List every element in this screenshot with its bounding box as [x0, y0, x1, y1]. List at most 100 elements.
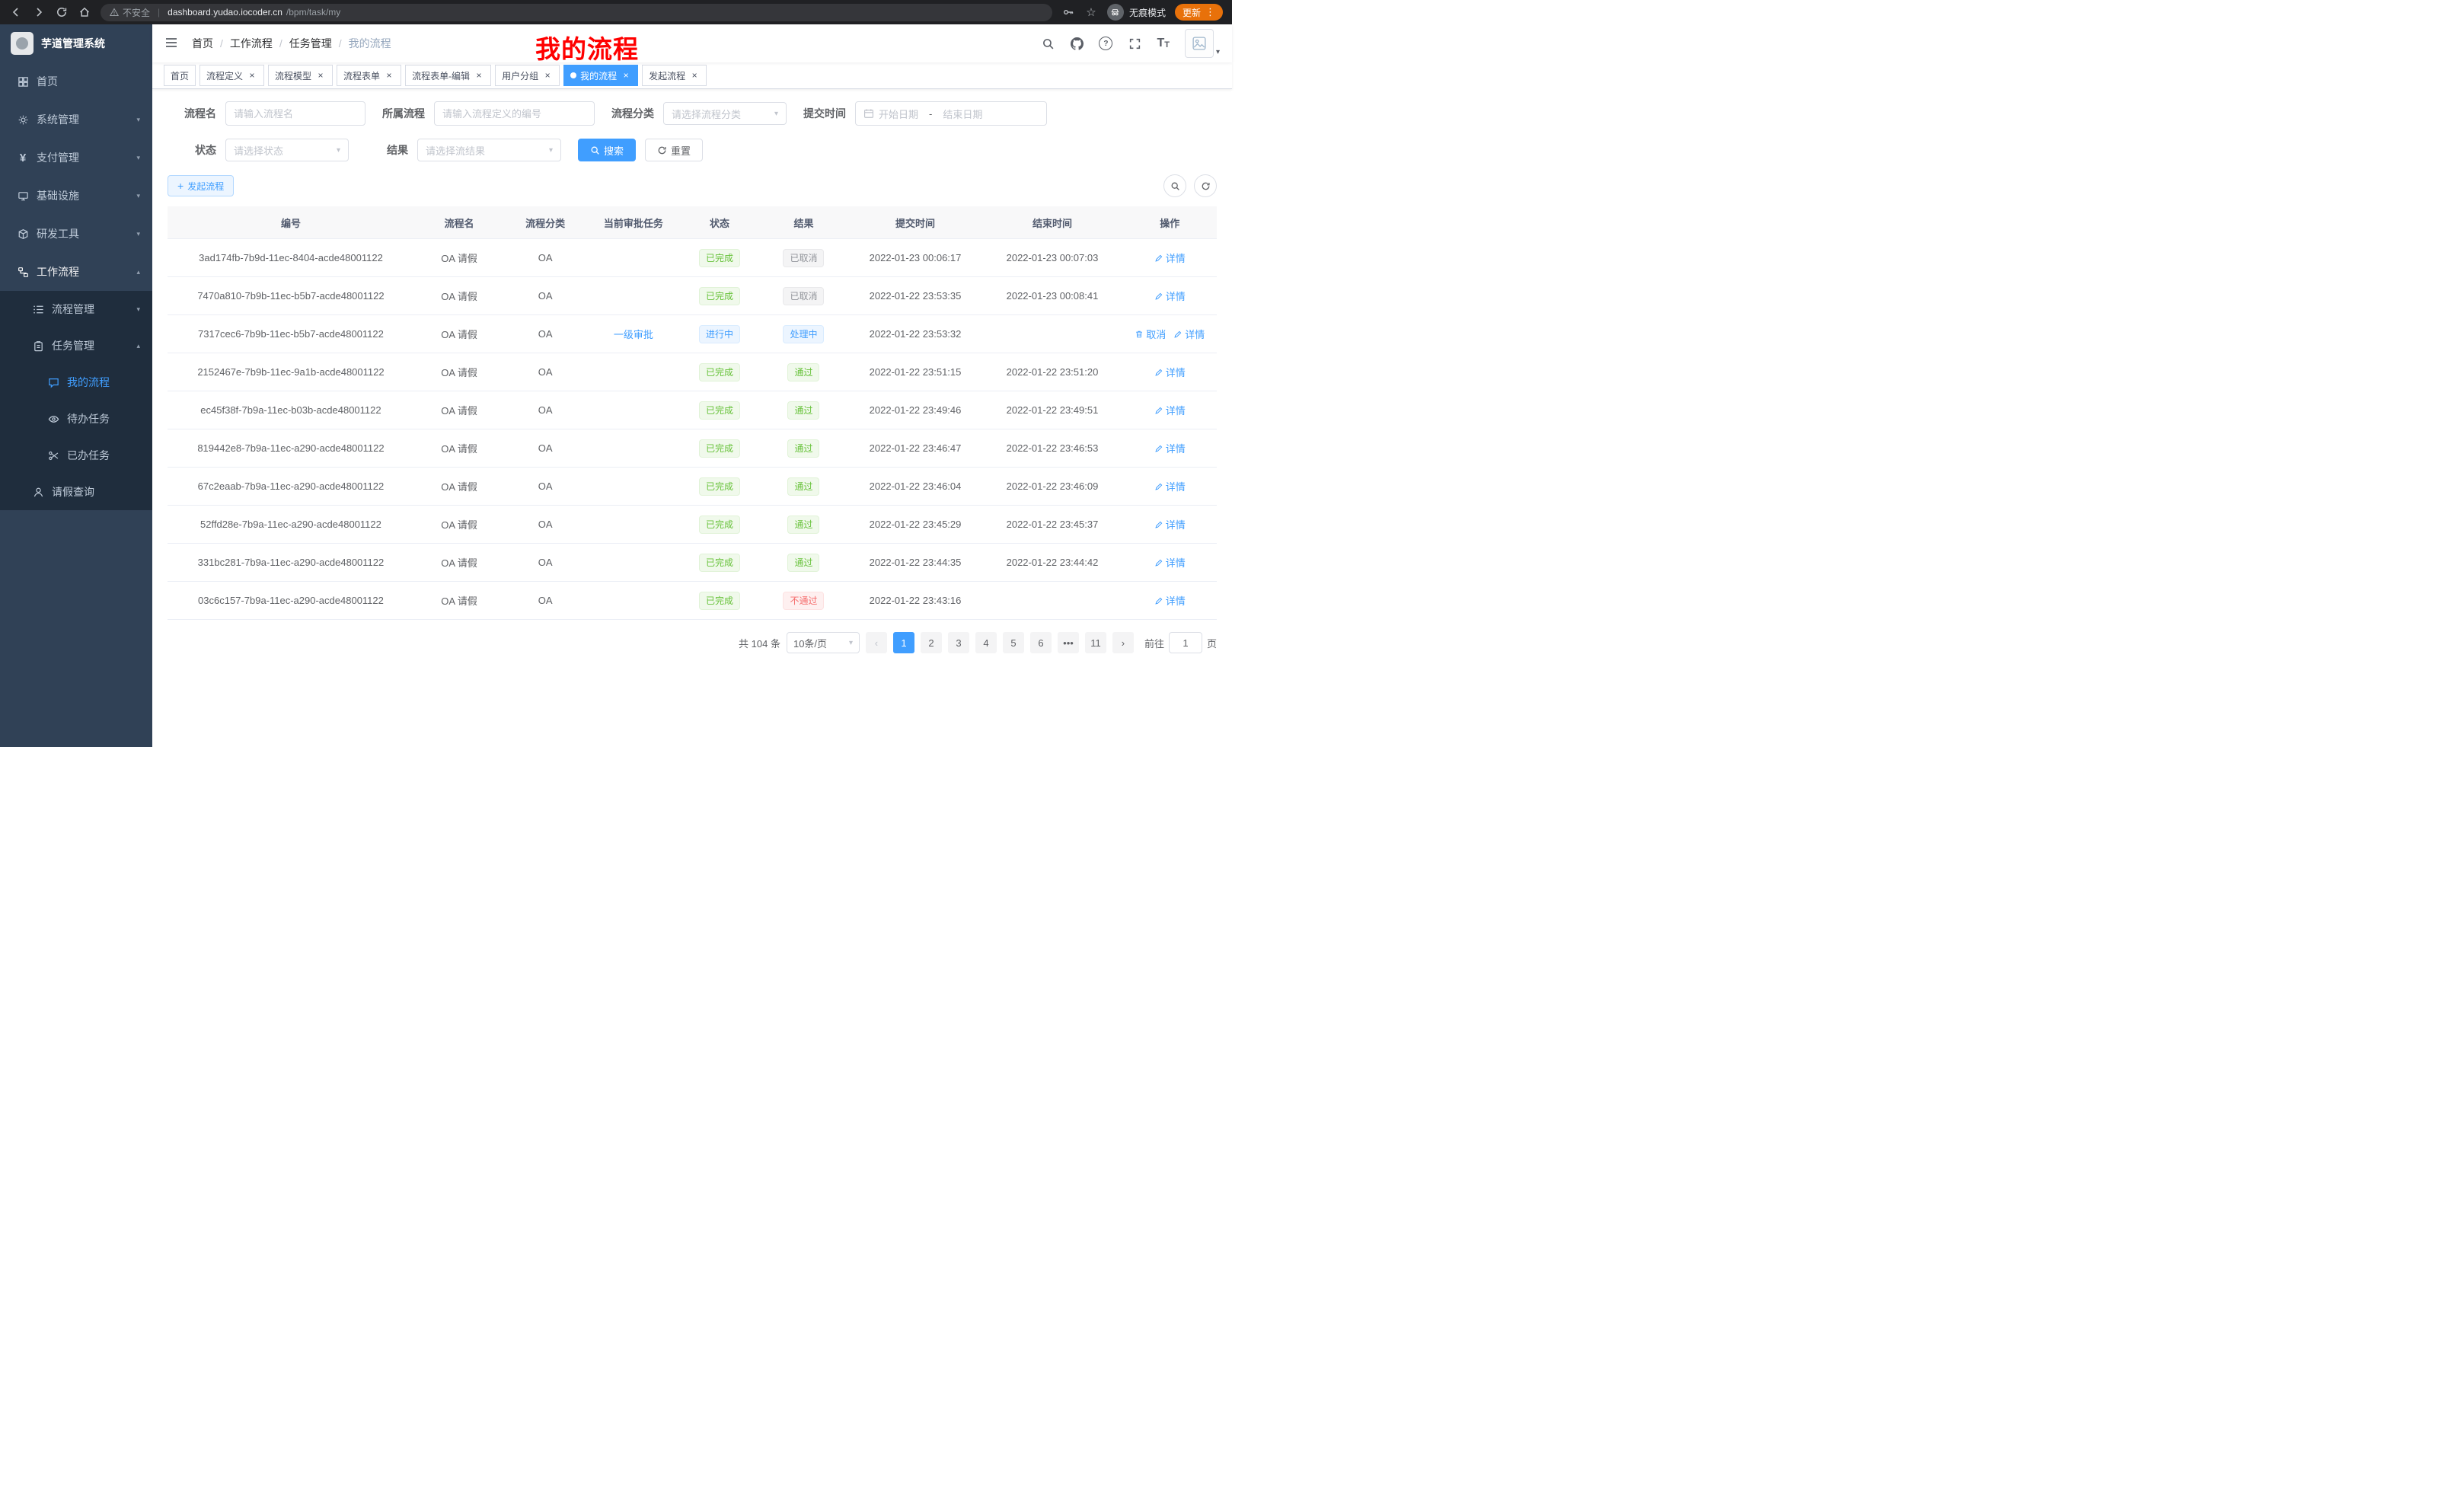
sidebar-item-leave-query[interactable]: 请假查询	[0, 474, 152, 510]
next-page-button[interactable]: ›	[1112, 632, 1134, 653]
toggle-search-button[interactable]	[1163, 174, 1186, 197]
dashboard-icon	[17, 75, 29, 88]
close-icon[interactable]: ×	[542, 70, 553, 81]
search-button[interactable]: 搜索	[578, 139, 636, 161]
reset-button[interactable]: 重置	[645, 139, 703, 161]
process-definition-input[interactable]	[434, 101, 595, 126]
forward-icon[interactable]	[32, 5, 46, 19]
sidebar-item-label: 我的流程	[67, 375, 110, 390]
address-bar[interactable]: 不安全 | dashboard.yudao.iocoder.cn/bpm/tas…	[101, 4, 1052, 21]
page-button[interactable]: 5	[1003, 632, 1024, 653]
refresh-table-button[interactable]	[1194, 174, 1217, 197]
back-icon[interactable]	[9, 5, 23, 19]
password-key-icon[interactable]	[1061, 5, 1075, 19]
bookmark-star-icon[interactable]: ☆	[1084, 5, 1098, 19]
cell-task: 一级审批	[586, 315, 680, 353]
sidebar-item-home[interactable]: 首页	[0, 62, 152, 101]
close-icon[interactable]: ×	[384, 70, 394, 81]
page-button[interactable]: 6	[1030, 632, 1052, 653]
end-date-placeholder[interactable]: 结束日期	[943, 107, 982, 121]
process-name-input[interactable]	[225, 101, 365, 126]
tab-process-model[interactable]: 流程模型×	[268, 65, 333, 86]
github-icon[interactable]	[1070, 37, 1084, 50]
close-icon[interactable]: ×	[315, 70, 326, 81]
page-button[interactable]: 1	[893, 632, 914, 653]
update-button[interactable]: 更新 ⋮	[1175, 4, 1223, 21]
result-select[interactable]: 请选择流结果 ▾	[417, 139, 561, 161]
browser-menu-icon[interactable]: ⋮	[1205, 6, 1215, 18]
tab-my-process[interactable]: 我的流程×	[563, 65, 638, 86]
sidebar-item-devtools[interactable]: 研发工具 ▾	[0, 215, 152, 253]
user-menu[interactable]: ▾	[1185, 29, 1220, 58]
page-button[interactable]: 11	[1085, 632, 1106, 653]
sidebar-item-workflow[interactable]: 工作流程 ▴	[0, 253, 152, 291]
close-icon[interactable]: ×	[247, 70, 257, 81]
goto-page-input[interactable]	[1169, 632, 1202, 653]
detail-link[interactable]: 详情	[1154, 517, 1186, 532]
app-logo[interactable]: 芋道管理系统	[0, 24, 152, 62]
help-icon[interactable]: ?	[1099, 37, 1112, 50]
tab-start-process[interactable]: 发起流程×	[642, 65, 707, 86]
detail-link[interactable]: 详情	[1154, 365, 1186, 379]
breadcrumb-item[interactable]: 任务管理	[289, 36, 332, 51]
detail-link[interactable]: 详情	[1154, 555, 1186, 570]
tab-home[interactable]: 首页	[164, 65, 196, 86]
more-pages-button[interactable]: •••	[1058, 632, 1079, 653]
sidebar-item-infra[interactable]: 基础设施 ▾	[0, 177, 152, 215]
detail-label: 详情	[1166, 365, 1186, 379]
cell-actions: 详情	[1123, 506, 1217, 544]
sidebar-item-system[interactable]: 系统管理 ▾	[0, 101, 152, 139]
page-button[interactable]: 2	[921, 632, 942, 653]
incognito-icon	[1107, 4, 1124, 21]
cell-category: OA	[504, 239, 586, 277]
start-date-placeholder[interactable]: 开始日期	[879, 107, 918, 121]
hamburger-icon[interactable]	[164, 36, 180, 51]
sidebar-item-todo-tasks[interactable]: 待办任务	[0, 401, 152, 437]
home-icon[interactable]	[78, 5, 91, 19]
sidebar-item-done-tasks[interactable]: 已办任务	[0, 437, 152, 474]
reload-icon[interactable]	[55, 5, 69, 19]
category-select[interactable]: 请选择流程分类 ▾	[663, 102, 787, 125]
tab-process-form[interactable]: 流程表单×	[337, 65, 401, 86]
sidebar-item-my-process[interactable]: 我的流程	[0, 364, 152, 401]
cell-actions: 详情	[1123, 544, 1217, 582]
page-size-select[interactable]: 10条/页 ▾	[787, 632, 860, 653]
status-select[interactable]: 请选择状态 ▾	[225, 139, 349, 161]
cancel-link[interactable]: 取消	[1135, 327, 1166, 341]
page-button[interactable]: 4	[975, 632, 997, 653]
task-link[interactable]: 一级审批	[614, 327, 653, 341]
close-icon[interactable]: ×	[621, 70, 631, 81]
detail-link[interactable]: 详情	[1154, 403, 1186, 417]
avatar[interactable]	[1185, 29, 1214, 58]
start-process-button[interactable]: + 发起流程	[168, 175, 234, 196]
detail-link[interactable]: 详情	[1154, 479, 1186, 493]
font-size-icon[interactable]: TT	[1157, 37, 1170, 49]
date-range-picker[interactable]: 开始日期 - 结束日期	[855, 101, 1047, 126]
detail-link[interactable]: 详情	[1154, 441, 1186, 455]
sidebar-item-process-management[interactable]: 流程管理 ▾	[0, 291, 152, 327]
breadcrumb-item[interactable]: 首页	[192, 36, 213, 51]
close-icon[interactable]: ×	[689, 70, 700, 81]
cell-result: 通过	[758, 468, 848, 506]
status-badge: 已完成	[699, 554, 740, 572]
detail-link[interactable]: 详情	[1154, 593, 1186, 608]
detail-link[interactable]: 详情	[1154, 289, 1186, 303]
close-icon[interactable]: ×	[474, 70, 484, 81]
status-badge: 已完成	[699, 477, 740, 496]
sidebar-item-payment[interactable]: ¥ 支付管理 ▾	[0, 139, 152, 177]
detail-link[interactable]: 详情	[1154, 251, 1186, 265]
tab-process-form-edit[interactable]: 流程表单-编辑×	[405, 65, 491, 86]
tab-process-definition[interactable]: 流程定义×	[199, 65, 264, 86]
detail-link[interactable]: 详情	[1173, 327, 1205, 341]
start-process-label: 发起流程	[187, 180, 224, 193]
search-icon[interactable]	[1041, 37, 1055, 50]
security-label[interactable]: 不安全	[123, 6, 150, 19]
prev-page-button[interactable]: ‹	[866, 632, 887, 653]
cell-end-time: 2022-01-23 00:07:03	[981, 239, 1122, 277]
page-button[interactable]: 3	[948, 632, 969, 653]
sidebar-item-task-management[interactable]: 任务管理 ▴	[0, 327, 152, 364]
breadcrumb-item[interactable]: 工作流程	[230, 36, 273, 51]
tab-user-group[interactable]: 用户分组×	[495, 65, 560, 86]
cell-status: 已完成	[681, 277, 759, 315]
fullscreen-icon[interactable]	[1128, 37, 1141, 50]
